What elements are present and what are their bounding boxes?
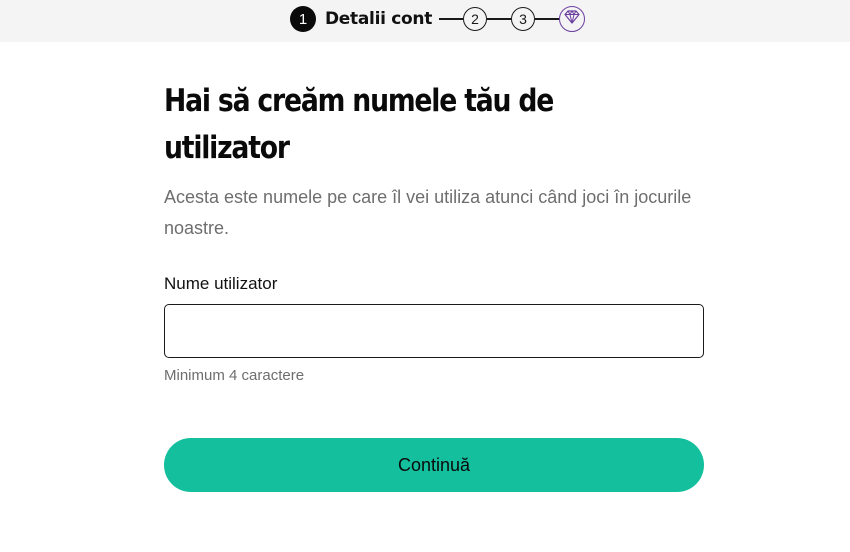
- username-input[interactable]: [164, 304, 704, 358]
- step-connector: [439, 18, 464, 20]
- step-1-label: Detalii cont: [325, 9, 433, 29]
- username-label: Nume utilizator: [164, 274, 278, 293]
- continue-button[interactable]: Continuă: [164, 438, 704, 492]
- step-3-indicator: 3: [511, 7, 536, 31]
- final-step-indicator: [559, 6, 586, 32]
- username-hint: Minimum 4 caractere: [164, 367, 305, 384]
- page-subtitle: Acesta este numele pe care îl vei utiliz…: [164, 187, 692, 238]
- step-1-indicator: 1: [290, 6, 316, 32]
- progress-header: 1 Detalii cont 2 3: [0, 0, 850, 42]
- page-title: Hai să creăm numele tău de utilizator: [164, 83, 554, 166]
- step-2-indicator: 2: [463, 7, 488, 31]
- stepper: 1 Detalii cont 2 3: [290, 6, 586, 32]
- username-form: Hai să creăm numele tău de utilizator Ac…: [164, 78, 704, 492]
- diamond-icon: [564, 9, 580, 29]
- step-connector: [487, 18, 512, 20]
- step-connector: [535, 18, 560, 20]
